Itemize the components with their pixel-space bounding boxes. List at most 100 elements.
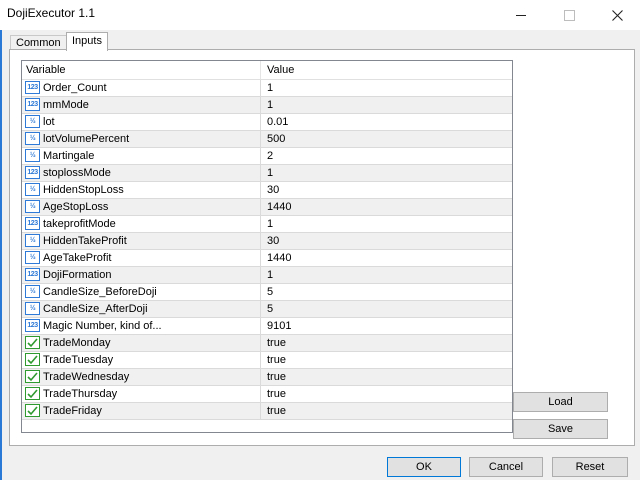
variable-value[interactable]: 1 xyxy=(267,218,273,230)
variable-name: lot xyxy=(43,116,55,128)
double-icon: ½ xyxy=(25,132,40,145)
integer-icon: 123 xyxy=(25,268,40,281)
variable-value[interactable]: 5 xyxy=(267,303,273,315)
variable-value[interactable]: 0.01 xyxy=(267,116,288,128)
table-row[interactable]: 123 DojiFormation 1 xyxy=(22,267,512,284)
variable-value[interactable]: 1 xyxy=(267,167,273,179)
table-row[interactable]: ½ Martingale 2 xyxy=(22,148,512,165)
row-divider xyxy=(260,352,261,368)
integer-icon: 123 xyxy=(25,217,40,230)
variable-value[interactable]: true xyxy=(267,337,286,349)
window-edge xyxy=(0,30,2,480)
row-divider xyxy=(260,284,261,300)
variable-value[interactable]: 2 xyxy=(267,150,273,162)
integer-icon: 123 xyxy=(25,81,40,94)
variable-value[interactable]: 30 xyxy=(267,184,279,196)
variable-name: mmMode xyxy=(43,99,89,111)
table-row[interactable]: 123 Magic Number, kind of... 9101 xyxy=(22,318,512,335)
variable-name: TradeFriday xyxy=(43,405,102,417)
window-title: DojiExecutor 1.1 xyxy=(7,6,96,20)
variable-value[interactable]: true xyxy=(267,354,286,366)
table-row[interactable]: ½ AgeStopLoss 1440 xyxy=(22,199,512,216)
table-row[interactable]: 123 Order_Count 1 xyxy=(22,80,512,97)
column-divider[interactable] xyxy=(260,61,261,79)
row-divider xyxy=(260,182,261,198)
table-row[interactable]: ½ HiddenTakeProfit 30 xyxy=(22,233,512,250)
table-row[interactable]: ½ CandleSize_AfterDoji 5 xyxy=(22,301,512,318)
maximize-button[interactable] xyxy=(546,0,592,30)
double-icon: ½ xyxy=(25,302,40,315)
variable-name: lotVolumePercent xyxy=(43,133,130,145)
double-icon: ½ xyxy=(25,149,40,162)
ok-button[interactable]: OK xyxy=(387,457,461,477)
table-row[interactable]: TradeThursday true xyxy=(22,386,512,403)
save-button[interactable]: Save xyxy=(513,419,608,439)
variable-value[interactable]: true xyxy=(267,405,286,417)
title-bar[interactable]: DojiExecutor 1.1 xyxy=(0,0,640,30)
table-row[interactable]: ½ AgeTakeProfit 1440 xyxy=(22,250,512,267)
variable-name: DojiFormation xyxy=(43,269,112,281)
row-divider xyxy=(260,131,261,147)
boolean-icon xyxy=(25,404,40,417)
grid-header: Variable Value xyxy=(22,61,512,80)
row-divider xyxy=(260,80,261,96)
column-header-value[interactable]: Value xyxy=(267,64,294,76)
row-divider xyxy=(260,148,261,164)
double-icon: ½ xyxy=(25,115,40,128)
column-header-variable[interactable]: Variable xyxy=(26,64,66,76)
boolean-icon xyxy=(25,353,40,366)
load-button[interactable]: Load xyxy=(513,392,608,412)
table-row[interactable]: 123 takeprofitMode 1 xyxy=(22,216,512,233)
integer-icon: 123 xyxy=(25,166,40,179)
variable-value[interactable]: 1 xyxy=(267,269,273,281)
table-row[interactable]: ½ HiddenStopLoss 30 xyxy=(22,182,512,199)
variable-name: Order_Count xyxy=(43,82,107,94)
row-divider xyxy=(260,114,261,130)
variable-name: TradeMonday xyxy=(43,337,111,349)
variable-value[interactable]: 500 xyxy=(267,133,285,145)
variable-name: CandleSize_AfterDoji xyxy=(43,303,148,315)
row-divider xyxy=(260,97,261,113)
row-divider xyxy=(260,216,261,232)
table-row[interactable]: TradeTuesday true xyxy=(22,352,512,369)
integer-icon: 123 xyxy=(25,319,40,332)
variable-value[interactable]: 9101 xyxy=(267,320,291,332)
table-row[interactable]: ½ lotVolumePercent 500 xyxy=(22,131,512,148)
variable-value[interactable]: 1440 xyxy=(267,201,291,213)
variable-name: CandleSize_BeforeDoji xyxy=(43,286,157,298)
double-icon: ½ xyxy=(25,183,40,196)
variable-value[interactable]: 1 xyxy=(267,82,273,94)
integer-icon: 123 xyxy=(25,98,40,111)
variable-value[interactable]: 5 xyxy=(267,286,273,298)
inputs-grid[interactable]: Variable Value 123 Order_Count 1 123 mmMode 1… xyxy=(21,60,513,433)
variable-value[interactable]: 1 xyxy=(267,99,273,111)
double-icon: ½ xyxy=(25,234,40,247)
table-row[interactable]: TradeFriday true xyxy=(22,403,512,420)
table-row[interactable]: TradeMonday true xyxy=(22,335,512,352)
table-row[interactable]: 123 mmMode 1 xyxy=(22,97,512,114)
row-divider xyxy=(260,267,261,283)
reset-button[interactable]: Reset xyxy=(552,457,628,477)
variable-value[interactable]: 30 xyxy=(267,235,279,247)
close-button[interactable] xyxy=(594,0,640,30)
double-icon: ½ xyxy=(25,251,40,264)
boolean-icon xyxy=(25,336,40,349)
table-row[interactable]: 123 stoplossMode 1 xyxy=(22,165,512,182)
tab-inputs[interactable]: Inputs xyxy=(66,32,108,51)
inputs-panel: Variable Value 123 Order_Count 1 123 mmMode 1… xyxy=(9,49,635,446)
cancel-button[interactable]: Cancel xyxy=(469,457,543,477)
row-divider xyxy=(260,403,261,419)
table-row[interactable]: ½ CandleSize_BeforeDoji 5 xyxy=(22,284,512,301)
variable-name: HiddenTakeProfit xyxy=(43,235,127,247)
variable-value[interactable]: true xyxy=(267,371,286,383)
table-row[interactable]: ½ lot 0.01 xyxy=(22,114,512,131)
row-divider xyxy=(260,369,261,385)
double-icon: ½ xyxy=(25,285,40,298)
table-row[interactable]: TradeWednesday true xyxy=(22,369,512,386)
minimize-button[interactable] xyxy=(498,0,544,30)
variable-value[interactable]: 1440 xyxy=(267,252,291,264)
variable-value[interactable]: true xyxy=(267,388,286,400)
boolean-icon xyxy=(25,387,40,400)
variable-name: stoplossMode xyxy=(43,167,111,179)
row-divider xyxy=(260,250,261,266)
